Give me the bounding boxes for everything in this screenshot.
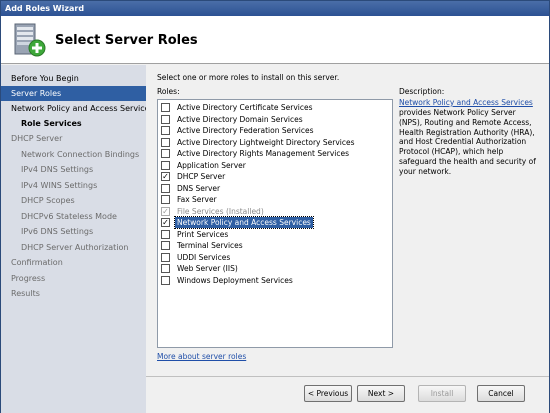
window-title: Add Roles Wizard bbox=[1, 1, 549, 16]
more-about-server-roles-link[interactable]: More about server roles bbox=[157, 352, 246, 361]
step-dhcp-scopes: DHCP Scopes bbox=[21, 196, 75, 205]
step-ipv4-dns-settings: IPv4 DNS Settings bbox=[21, 165, 94, 174]
role-item[interactable]: Web Server (IIS) bbox=[161, 263, 389, 274]
step-server-roles[interactable]: Server Roles bbox=[1, 86, 146, 101]
step-ipv4-wins-settings: IPv4 WINS Settings bbox=[21, 181, 98, 190]
role-item[interactable]: Print Services bbox=[161, 229, 389, 240]
role-checkbox[interactable] bbox=[161, 126, 170, 135]
role-label: Windows Deployment Services bbox=[177, 275, 293, 285]
role-checkbox[interactable] bbox=[161, 229, 170, 239]
previous-button[interactable]: < Previous bbox=[304, 385, 352, 402]
role-label: Active Directory Lightweight Directory S… bbox=[177, 137, 355, 147]
step-dhcp-server: DHCP Server bbox=[11, 134, 63, 143]
role-label: File Services (Installed) bbox=[177, 206, 264, 216]
main-panel: Select one or more roles to install on t… bbox=[146, 65, 549, 377]
step-results: Results bbox=[11, 289, 40, 298]
role-checkbox[interactable] bbox=[161, 252, 170, 262]
roles-label: Roles: bbox=[157, 87, 180, 96]
role-item[interactable]: DNS Server bbox=[161, 183, 389, 194]
wizard-header: Select Server Roles bbox=[1, 16, 549, 64]
role-checkbox: ✓ bbox=[161, 206, 170, 216]
role-label: Application Server bbox=[177, 160, 246, 170]
wizard-footer: < Previous Next > Install Cancel bbox=[146, 378, 549, 413]
role-label: DHCP Server bbox=[177, 172, 226, 181]
role-item[interactable]: Active Directory Federation Services bbox=[161, 125, 389, 136]
role-label: Network Policy and Access Services bbox=[174, 216, 314, 229]
description-label: Description: bbox=[399, 87, 445, 96]
role-checkbox[interactable] bbox=[161, 264, 170, 273]
role-item[interactable]: Fax Server bbox=[161, 194, 389, 205]
install-button: Install bbox=[418, 385, 466, 402]
wizard-window: Add Roles Wizard Select Server Roles Bef… bbox=[0, 0, 550, 413]
step-network-connection-bindings: Network Connection Bindings bbox=[21, 150, 140, 159]
server-add-icon bbox=[14, 23, 46, 57]
step-progress: Progress bbox=[11, 274, 46, 283]
role-checkbox[interactable] bbox=[161, 183, 170, 193]
role-label: Active Directory Rights Management Servi… bbox=[177, 149, 349, 158]
role-label: Web Server (IIS) bbox=[177, 264, 238, 273]
cancel-button[interactable]: Cancel bbox=[477, 385, 525, 402]
role-checkbox[interactable] bbox=[161, 137, 170, 147]
step-before-you-begin[interactable]: Before You Begin bbox=[1, 71, 146, 86]
role-checkbox[interactable] bbox=[161, 103, 170, 112]
role-label: Active Directory Federation Services bbox=[177, 126, 314, 135]
role-checkbox[interactable]: ✓ bbox=[161, 172, 170, 181]
instruction-text: Select one or more roles to install on t… bbox=[157, 73, 340, 82]
step-ipv6-dns-settings: IPv6 DNS Settings bbox=[21, 227, 94, 236]
role-item[interactable]: Active Directory Lightweight Directory S… bbox=[161, 137, 389, 148]
role-item[interactable]: UDDI Services bbox=[161, 252, 389, 263]
role-label: Fax Server bbox=[177, 195, 217, 204]
role-checkbox[interactable] bbox=[161, 160, 170, 170]
role-item: ✓ File Services (Installed) bbox=[161, 206, 389, 217]
role-checkbox[interactable]: ✓ bbox=[161, 218, 170, 227]
step-dhcpv6-stateless-mode: DHCPv6 Stateless Mode bbox=[21, 212, 117, 221]
page-title: Select Server Roles bbox=[55, 33, 198, 48]
description-link[interactable]: Network Policy and Access Services bbox=[399, 98, 533, 107]
roles-list[interactable]: Active Directory Certificate Services Ac… bbox=[157, 99, 393, 348]
role-label: Terminal Services bbox=[177, 241, 243, 250]
role-item[interactable]: Application Server bbox=[161, 160, 389, 171]
role-checkbox[interactable] bbox=[161, 241, 170, 250]
description-text: provides Network Policy Server (NPS), Ro… bbox=[399, 108, 536, 176]
role-label: Active Directory Domain Services bbox=[177, 114, 303, 124]
role-label: UDDI Services bbox=[177, 252, 231, 262]
role-item[interactable]: Active Directory Rights Management Servi… bbox=[161, 148, 389, 159]
role-item[interactable]: Terminal Services bbox=[161, 240, 389, 251]
role-item[interactable]: Active Directory Certificate Services bbox=[161, 102, 389, 113]
next-button[interactable]: Next > bbox=[357, 385, 405, 402]
step-confirmation: Confirmation bbox=[11, 258, 63, 267]
step-dhcp-server-authorization: DHCP Server Authorization bbox=[21, 243, 129, 252]
role-checkbox[interactable] bbox=[161, 195, 170, 204]
step-network-policy[interactable]: Network Policy and Access Services bbox=[1, 101, 154, 116]
wizard-steps-sidebar: Before You Begin Server Roles Network Po… bbox=[1, 65, 154, 413]
role-item[interactable]: ✓ DHCP Server bbox=[161, 171, 389, 182]
role-label: DNS Server bbox=[177, 183, 221, 193]
role-item[interactable]: ✓ Network Policy and Access Services bbox=[161, 216, 389, 229]
role-checkbox[interactable] bbox=[161, 149, 170, 158]
role-item[interactable]: Windows Deployment Services bbox=[161, 275, 389, 286]
role-label: Active Directory Certificate Services bbox=[177, 103, 313, 112]
role-checkbox[interactable] bbox=[161, 275, 170, 285]
role-checkbox[interactable] bbox=[161, 114, 170, 124]
role-item[interactable]: Active Directory Domain Services bbox=[161, 114, 389, 125]
role-label: Print Services bbox=[177, 229, 229, 239]
step-role-services[interactable]: Role Services bbox=[1, 116, 146, 131]
